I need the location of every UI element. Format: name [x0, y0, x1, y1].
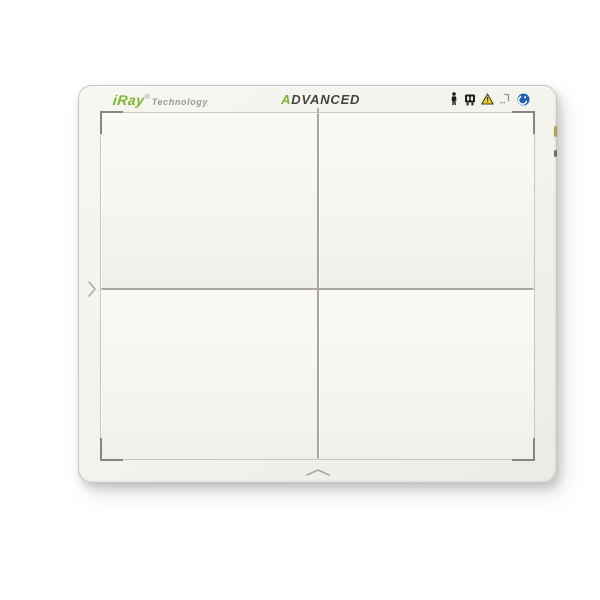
quadrant-bottom-left [101, 290, 317, 459]
side-button [554, 150, 557, 157]
model-wordmark: ADVANCED [281, 92, 361, 107]
left-chevron-icon [87, 280, 97, 303]
xray-detector-body: iRay® Technology ADVANCED [78, 85, 557, 483]
center-tick [317, 108, 319, 113]
side-indicator-led [554, 126, 557, 136]
imaging-area [100, 108, 535, 461]
quadrant-bottom-right [319, 290, 534, 459]
corner-bracket-top-right [512, 111, 535, 134]
brand-suffix: Technology [151, 97, 208, 107]
brand-name: iRay [112, 92, 146, 108]
warning-triangle-icon [481, 93, 494, 105]
xray-source-icon [499, 93, 512, 106]
safety-icon-row [449, 92, 530, 106]
follow-instructions-icon [517, 93, 530, 106]
person-icon [449, 92, 459, 106]
brand-logo: iRay® Technology [112, 91, 208, 109]
quadrant-top-right [319, 113, 534, 288]
corner-bracket-bottom-right [512, 438, 535, 461]
registered-mark: ® [144, 94, 150, 101]
handle-with-care-icon [464, 93, 476, 106]
corner-bracket-bottom-left [100, 438, 123, 461]
bottom-chevron-icon [305, 464, 331, 482]
quadrant-top-left [101, 113, 317, 288]
corner-bracket-top-left [100, 111, 123, 134]
